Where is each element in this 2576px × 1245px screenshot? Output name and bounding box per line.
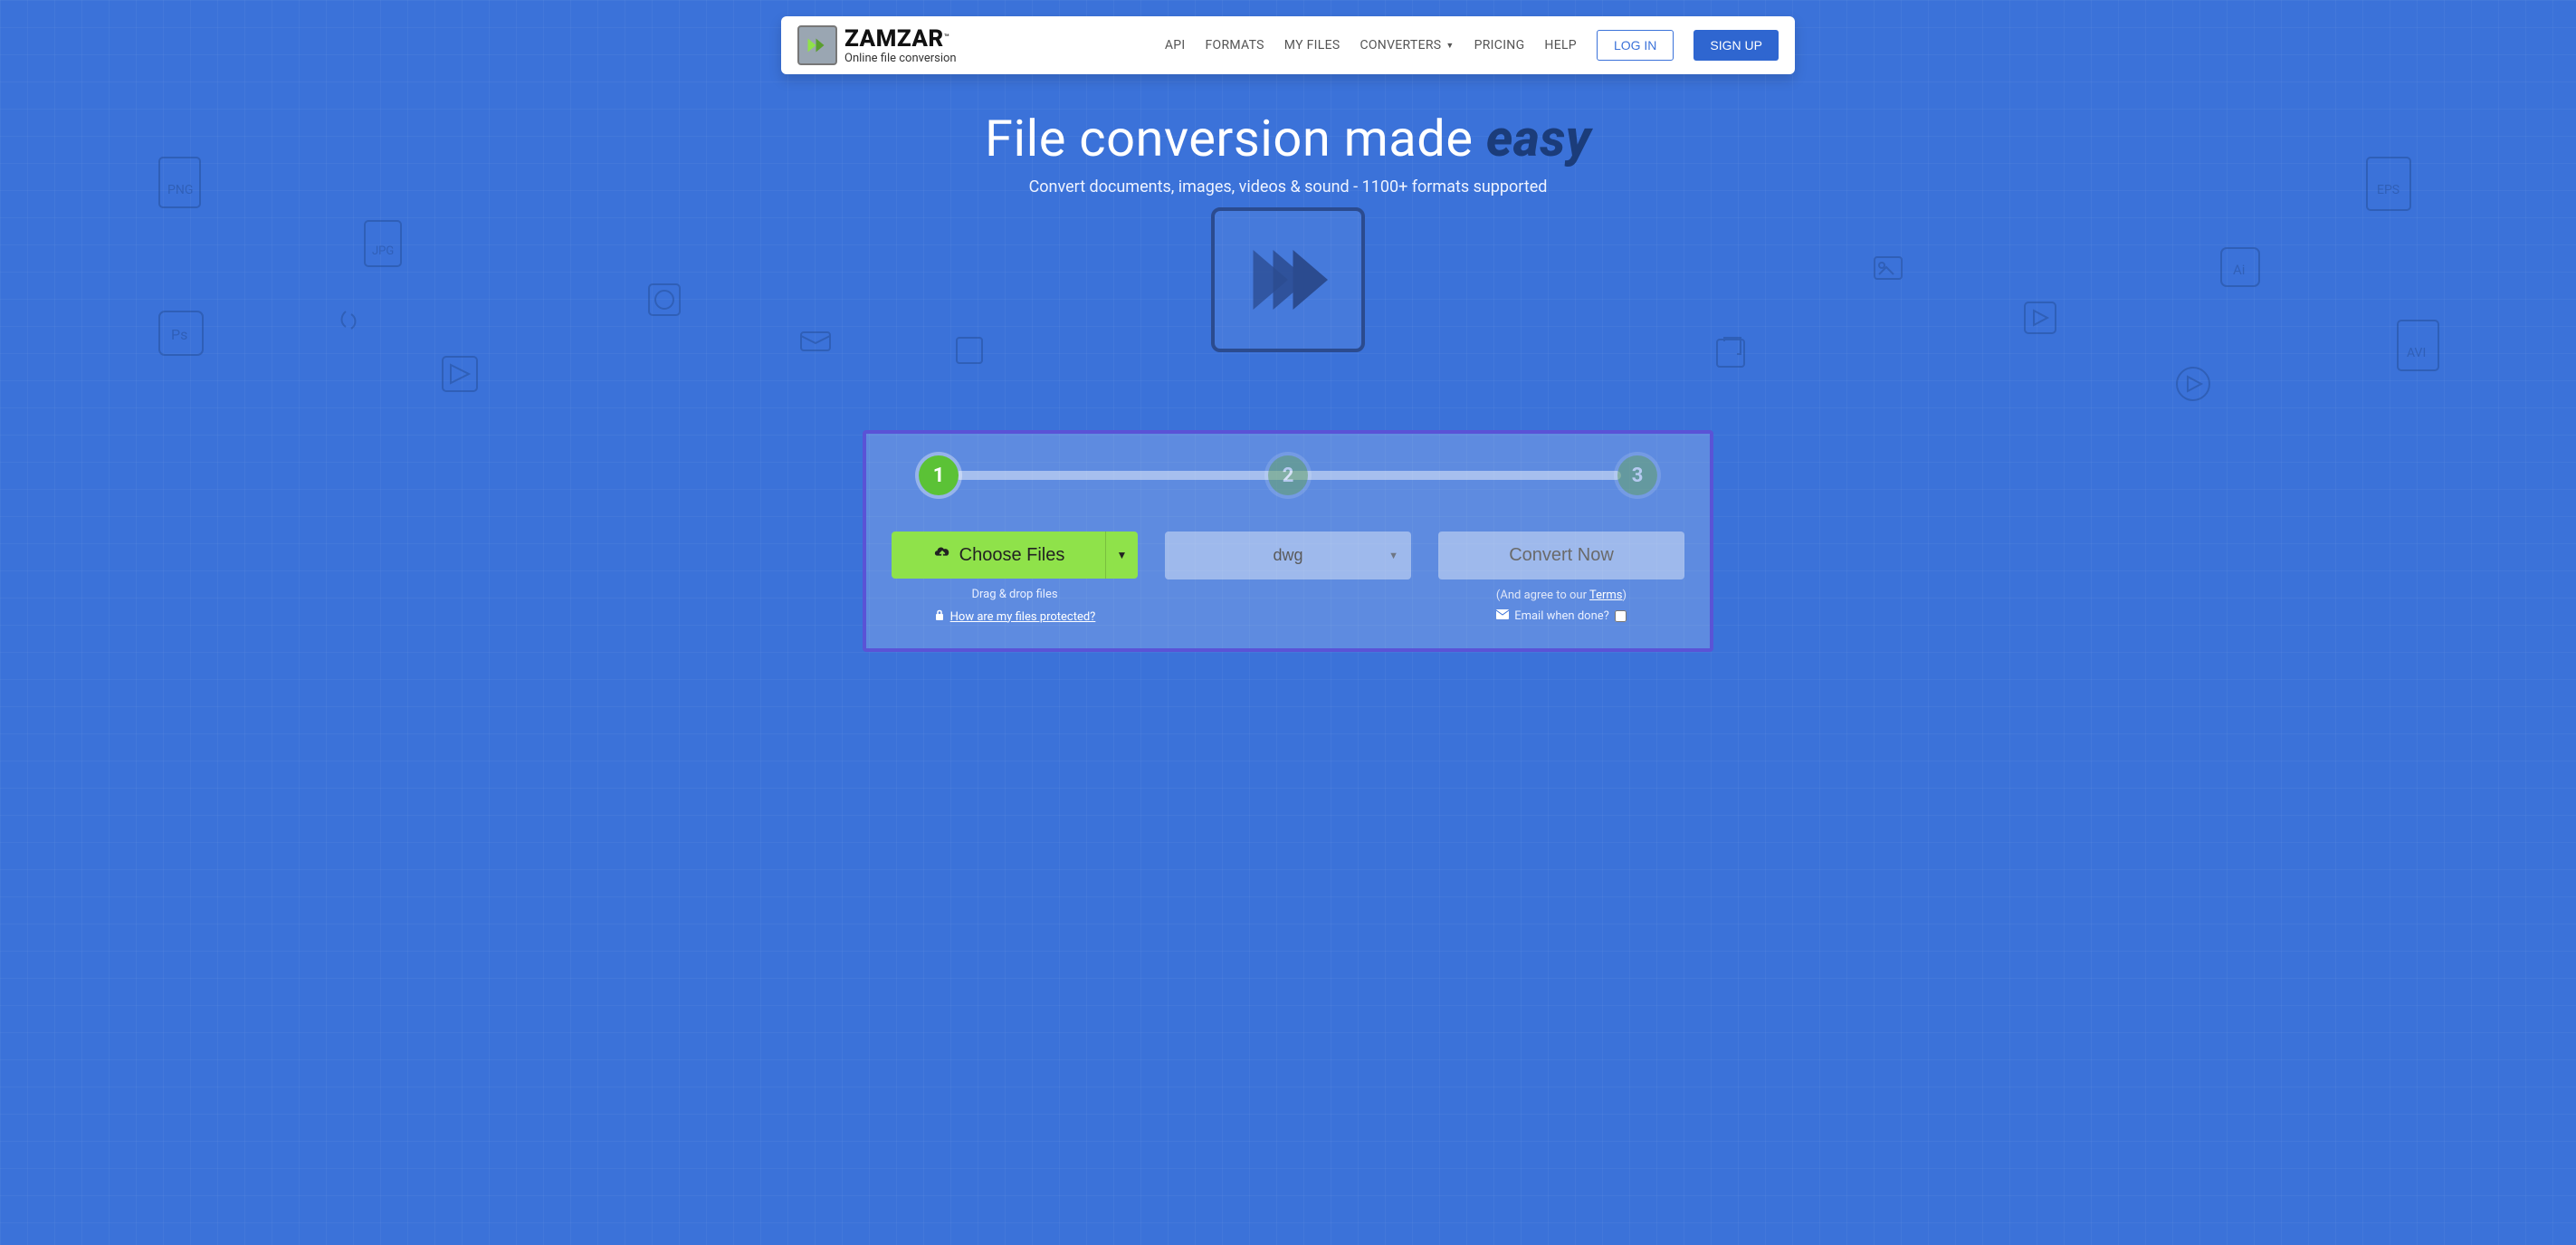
doodle-icon: AVI <box>2393 316 2447 379</box>
chevron-down-icon: ▼ <box>1445 41 1454 51</box>
logo[interactable]: ZAMZAR™ Online file conversion <box>797 25 957 65</box>
terms-link[interactable]: Terms <box>1589 589 1623 602</box>
email-checkbox[interactable] <box>1615 610 1627 622</box>
svg-text:PNG: PNG <box>167 183 193 197</box>
cloud-upload-icon <box>932 544 952 566</box>
doodle-icon <box>1712 334 1751 374</box>
svg-text:Ai: Ai <box>2233 262 2245 278</box>
top-nav: API FORMATS MY FILES CONVERTERS▼ PRICING… <box>1165 30 1779 61</box>
step-1: 1 <box>919 455 959 495</box>
hero-logo-icon <box>1211 207 1365 352</box>
nav-formats[interactable]: FORMATS <box>1206 38 1264 53</box>
hero-subtitle: Convert documents, images, videos & soun… <box>0 177 2576 196</box>
hero-title: File conversion made easy <box>0 109 2576 168</box>
hero: File conversion made easy Convert docume… <box>0 109 2576 425</box>
brand-tm: ™ <box>944 33 949 43</box>
svg-text:AVI: AVI <box>2407 346 2426 360</box>
doodle-icon <box>953 334 987 369</box>
nav-api[interactable]: API <box>1165 38 1186 53</box>
logo-icon <box>797 25 837 65</box>
step-3: 3 <box>1617 455 1657 495</box>
step-2: 2 <box>1268 455 1308 495</box>
doodle-icon <box>335 307 362 339</box>
converter-panel: 1 2 3 Choose Files ▼ Drag & drop files H… <box>863 430 1713 652</box>
doodle-icon: JPG <box>360 216 410 275</box>
svg-text:EPS: EPS <box>2377 183 2399 197</box>
brand-name: ZAMZAR <box>844 25 944 53</box>
protection-link[interactable]: How are my files protected? <box>950 610 1096 624</box>
doodle-icon <box>2020 298 2061 339</box>
choose-files-button[interactable]: Choose Files <box>892 532 1105 579</box>
lock-icon <box>934 608 945 625</box>
doodle-icon <box>644 280 685 321</box>
doodle-icon: Ai <box>2217 244 2266 293</box>
doodle-icon <box>1870 253 1906 284</box>
doodle-icon <box>798 325 835 357</box>
convert-now-button[interactable]: Convert Now <box>1438 532 1684 579</box>
chevron-down-icon: ▼ <box>1388 551 1398 561</box>
chevron-down-icon: ▼ <box>1117 549 1128 561</box>
login-button[interactable]: LOG IN <box>1597 30 1674 61</box>
main-header: ZAMZAR™ Online file conversion API FORMA… <box>781 16 1795 74</box>
brand-tagline: Online file conversion <box>844 53 957 64</box>
email-when-done[interactable]: Email when done? <box>1496 609 1627 623</box>
doodle-icon <box>2171 361 2216 407</box>
nav-myfiles[interactable]: MY FILES <box>1284 38 1340 53</box>
nav-help[interactable]: HELP <box>1544 38 1577 53</box>
drag-hint: Drag & drop files <box>892 588 1138 601</box>
sketch-area: PNG JPG Ps EPS Ai AVI <box>0 207 2576 425</box>
doodle-icon <box>438 352 483 397</box>
envelope-icon <box>1496 609 1509 623</box>
format-dropdown[interactable]: dwg ▼ <box>1165 532 1411 579</box>
nav-converters[interactable]: CONVERTERS▼ <box>1360 38 1454 53</box>
choose-files-dropdown[interactable]: ▼ <box>1105 532 1138 579</box>
doodle-icon: Ps <box>155 307 209 361</box>
terms-text: (And agree to our Terms) <box>1438 589 1684 602</box>
doodle-icon: EPS <box>2362 153 2421 221</box>
signup-button[interactable]: SIGN UP <box>1693 30 1779 61</box>
step-indicator: 1 2 3 <box>892 455 1684 495</box>
doodle-icon: PNG <box>155 153 209 216</box>
svg-text:JPG: JPG <box>372 244 394 258</box>
nav-pricing[interactable]: PRICING <box>1474 38 1525 53</box>
svg-text:Ps: Ps <box>171 326 187 343</box>
